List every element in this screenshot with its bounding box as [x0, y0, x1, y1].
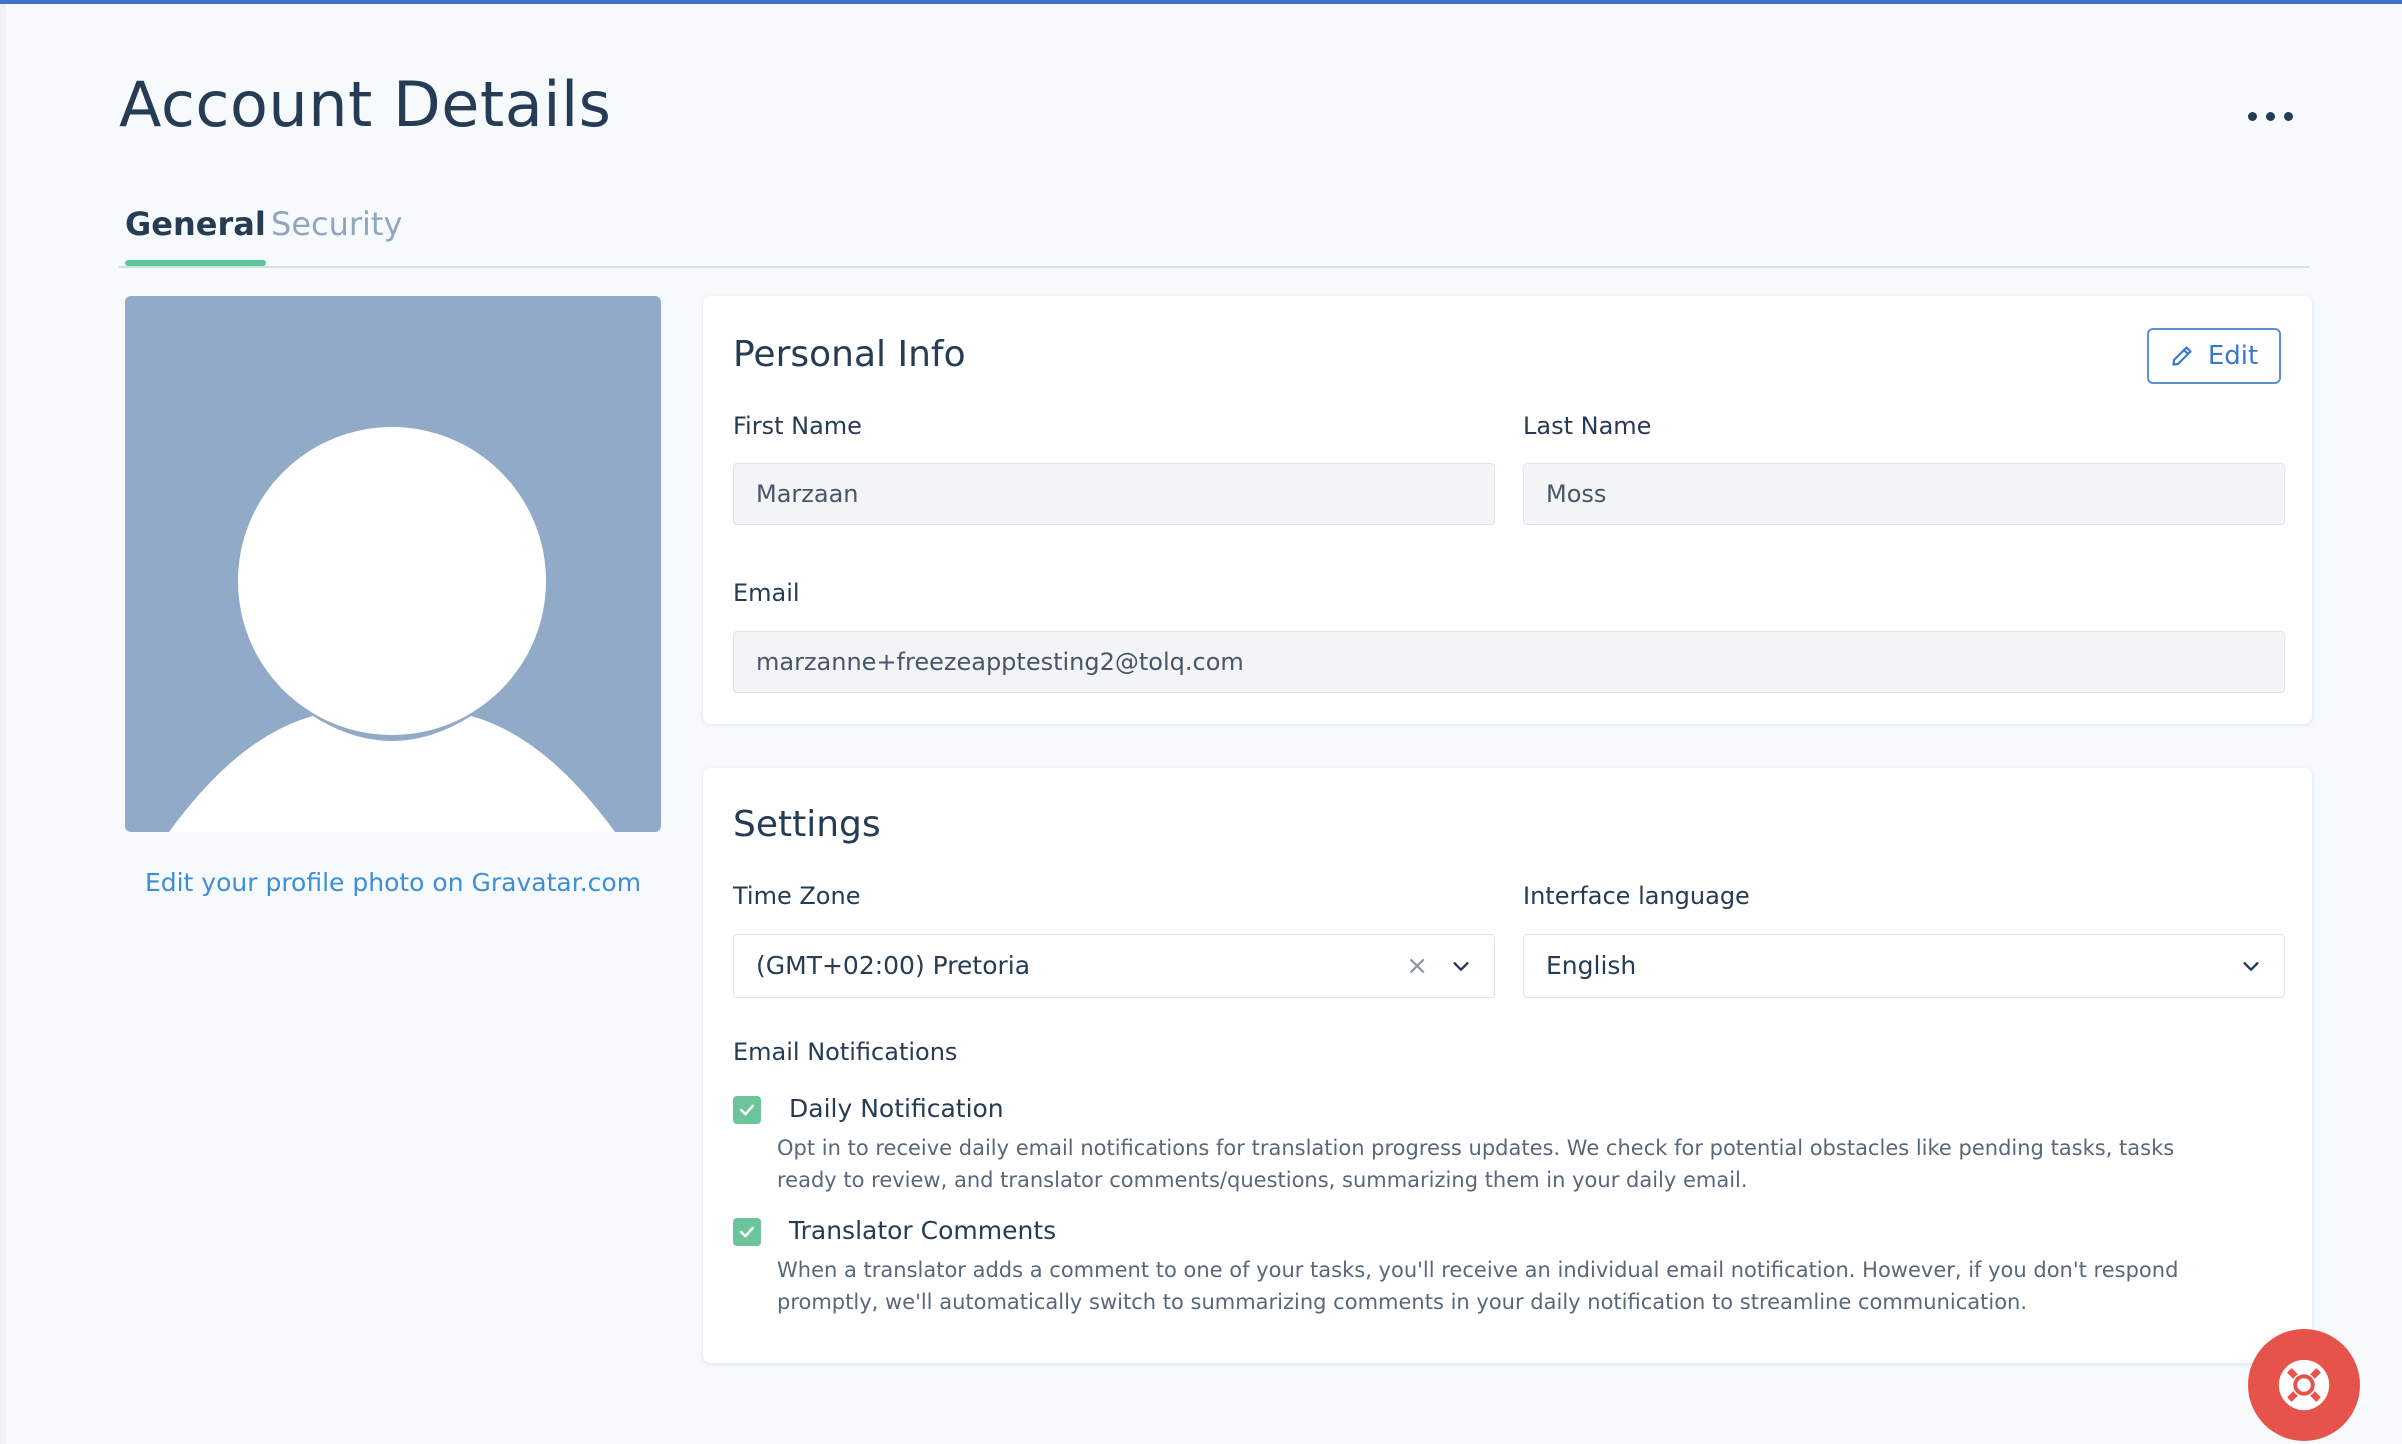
chevron-down-icon	[2243, 962, 2259, 971]
more-dot	[2283, 111, 2293, 121]
translator-comments-label: Translator Comments	[789, 1216, 1057, 1245]
tab-security[interactable]: Security	[271, 200, 402, 264]
language-select[interactable]: English	[1523, 934, 2285, 998]
checkmark-icon	[739, 1226, 755, 1238]
chevron-down-icon	[1453, 962, 1469, 971]
daily-notification-label: Daily Notification	[789, 1094, 1004, 1123]
last-name-field[interactable]: Moss	[1523, 463, 2285, 525]
tab-bar: General Security	[119, 200, 2309, 268]
help-button[interactable]	[2248, 1329, 2360, 1441]
settings-title: Settings	[733, 804, 881, 845]
more-options-button[interactable]	[2242, 96, 2298, 136]
page-title: Account Details	[119, 68, 612, 141]
default-user-avatar-icon	[169, 427, 615, 832]
timezone-label: Time Zone	[733, 882, 861, 910]
tab-general[interactable]: General	[125, 200, 266, 266]
translator-comments-description: When a translator adds a comment to one …	[777, 1258, 2179, 1314]
first-name-field[interactable]: Marzaan	[733, 463, 1495, 525]
pencil-icon	[2172, 346, 2192, 366]
language-value: English	[1546, 951, 1637, 980]
more-dot	[2265, 111, 2275, 121]
email-label: Email	[733, 579, 800, 607]
daily-notification-description: Opt in to receive daily email notificati…	[777, 1136, 2175, 1192]
clear-icon[interactable]: ×	[1406, 935, 1428, 997]
email-notifications-label: Email Notifications	[733, 1038, 958, 1066]
profile-photo	[125, 296, 661, 832]
first-name-label: First Name	[733, 412, 862, 440]
language-label: Interface language	[1523, 882, 1750, 910]
translator-comments-checkbox[interactable]	[733, 1218, 761, 1246]
timezone-select[interactable]: (GMT+02:00) Pretoria ×	[733, 934, 1495, 998]
gravatar-link[interactable]: Edit your profile photo on Gravatar.com	[125, 868, 661, 897]
personal-info-card: Personal Info Edit First Name Marzaan La…	[703, 296, 2312, 724]
last-name-label: Last Name	[1523, 412, 1652, 440]
timezone-value: (GMT+02:00) Pretoria	[756, 951, 1031, 980]
edit-button[interactable]: Edit	[2147, 328, 2281, 384]
more-horizontal-icon	[2247, 111, 2257, 121]
edit-button-label: Edit	[2207, 341, 2259, 371]
daily-notification-checkbox[interactable]	[733, 1096, 761, 1124]
settings-card: Settings Time Zone (GMT+02:00) Pretoria …	[703, 768, 2312, 1363]
checkmark-icon	[739, 1104, 755, 1116]
main-content: Account Details General Security Edit yo…	[6, 4, 2402, 1444]
lifebuoy-icon	[2278, 1359, 2330, 1411]
personal-info-title: Personal Info	[733, 334, 966, 375]
email-field[interactable]: marzanne+freezeapptesting2@tolq.com	[733, 631, 2285, 693]
